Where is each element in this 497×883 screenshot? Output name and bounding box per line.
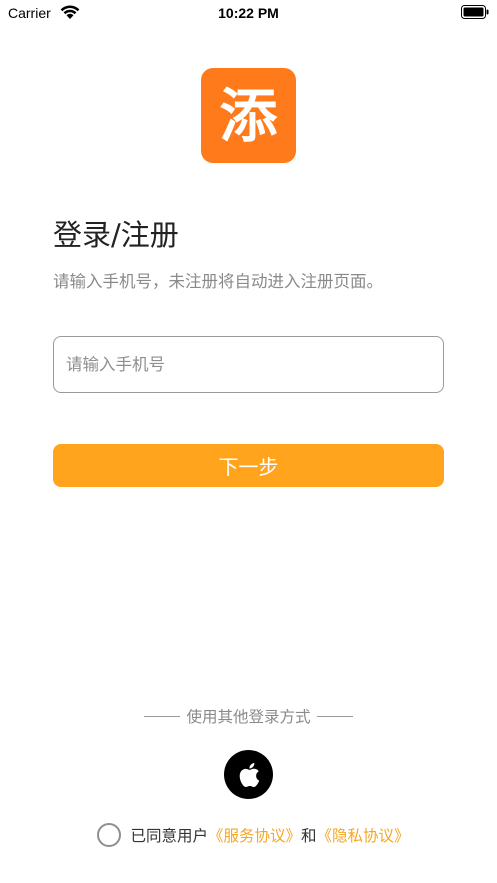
clock: 10:22 PM xyxy=(218,5,279,21)
agreement-checkbox[interactable] xyxy=(97,823,122,847)
other-login-label: 使用其他登录方式 xyxy=(186,708,311,726)
login-screen: Carrier 10:22 PM 添 登录/注册 请输入手机号，未注册将自动进入… xyxy=(0,0,497,883)
app-logo: 添 xyxy=(201,68,296,163)
phone-input[interactable] xyxy=(53,336,444,393)
logo-glyph: 添 xyxy=(219,81,278,150)
apple-icon xyxy=(239,762,259,787)
agreement-row: 已同意用户 《服务协议》 和 《隐私协议》 xyxy=(0,822,497,848)
agreement-prefix: 已同意用户 xyxy=(130,827,208,845)
status-bar: Carrier 10:22 PM xyxy=(0,0,497,26)
divider-line-left xyxy=(144,715,181,717)
agreement-connector: 和 xyxy=(301,827,317,845)
service-agreement-link[interactable]: 《服务协议》 xyxy=(208,824,301,846)
apple-login-button[interactable] xyxy=(224,750,273,799)
battery-icon xyxy=(461,5,489,19)
next-button[interactable]: 下一步 xyxy=(53,444,444,487)
other-login-divider: 使用其他登录方式 xyxy=(0,705,497,727)
divider-line-right xyxy=(316,715,353,717)
page-title: 登录/注册 xyxy=(53,218,179,252)
privacy-agreement-link[interactable]: 《隐私协议》 xyxy=(317,824,410,846)
page-subtitle: 请输入手机号，未注册将自动进入注册页面。 xyxy=(53,272,383,291)
